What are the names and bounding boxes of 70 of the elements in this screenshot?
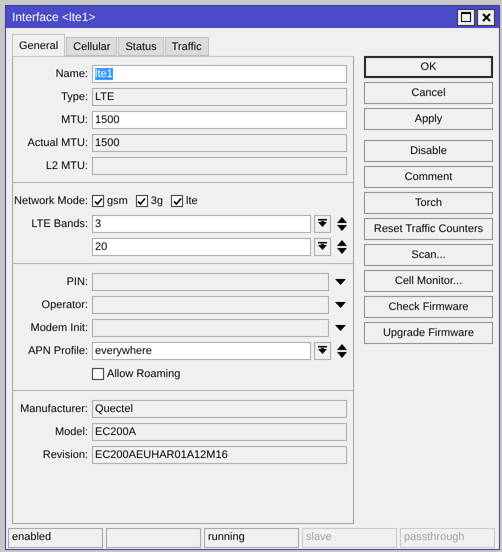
dialog-button[interactable]: Apply <box>364 108 493 130</box>
dialog-button[interactable]: Cell Monitor... <box>364 270 493 292</box>
close-button[interactable] <box>477 8 495 26</box>
dropdown-button[interactable] <box>314 342 331 360</box>
up-down-arrows-icon[interactable] <box>337 240 347 254</box>
readonly-field: LTE <box>92 88 347 106</box>
field-label: Manufacturer: <box>19 403 89 415</box>
dialog-button[interactable]: Cancel <box>364 82 493 104</box>
field-label: Modem Init: <box>30 322 89 334</box>
up-down-arrows-icon[interactable] <box>337 344 347 358</box>
input-field[interactable]: 20 <box>92 238 311 256</box>
dialog-button[interactable]: Upgrade Firmware <box>364 322 493 344</box>
tab[interactable]: Traffic <box>164 37 209 56</box>
field-label: Operator: <box>40 299 89 311</box>
checkbox[interactable] <box>92 368 104 380</box>
dialog-button[interactable]: Scan... <box>364 244 493 266</box>
tab[interactable]: Status <box>118 37 164 56</box>
status-cell: passthrough <box>400 528 495 548</box>
dropdown-button[interactable] <box>314 238 331 256</box>
status-cell: running <box>204 528 299 548</box>
field-label: MTU: <box>60 114 89 126</box>
dialog-button[interactable]: Check Firmware <box>364 296 493 318</box>
readonly-field: EC200A <box>92 423 347 441</box>
input-field[interactable]: everywhere <box>92 342 311 360</box>
readonly-field: EC200AEUHAR01A12M16 <box>92 446 347 464</box>
dropdown-button[interactable] <box>314 215 331 233</box>
checkbox[interactable] <box>92 195 104 207</box>
up-down-arrows-icon[interactable] <box>337 217 347 231</box>
readonly-field: Quectel <box>92 400 347 418</box>
tab[interactable]: Cellular <box>66 37 118 56</box>
checkbox[interactable] <box>136 195 148 207</box>
maximize-icon <box>461 12 471 22</box>
checkbox-label: Allow Roaming <box>107 368 180 380</box>
checkbox-label: lte <box>186 195 198 207</box>
field-label: Actual MTU: <box>26 137 89 149</box>
arrow-down-to-line-icon <box>318 242 327 252</box>
status-cell: enabled <box>8 528 103 548</box>
checkbox-label: 3g <box>150 195 164 207</box>
maximize-button[interactable] <box>457 8 475 26</box>
status-cell: slave <box>302 528 397 548</box>
field-label: APN Profile: <box>27 345 89 357</box>
checkbox[interactable] <box>171 195 184 207</box>
dialog-button[interactable]: Disable <box>364 140 493 162</box>
arrow-down-to-line-icon <box>318 219 327 229</box>
dialog-button[interactable]: OK <box>364 56 493 78</box>
field-label: Type: <box>60 91 89 103</box>
arrow-down-to-line-icon <box>318 346 327 356</box>
field-label: Revision: <box>42 449 89 461</box>
dialog-button[interactable]: Comment <box>364 166 493 188</box>
dialog-button[interactable]: Reset Traffic Counters <box>364 218 493 240</box>
checkbox-label: gsm <box>107 195 128 207</box>
field-label: L2 MTU: <box>44 160 89 172</box>
combo-field[interactable] <box>92 296 329 314</box>
window-title: Interface <lte1> <box>12 10 96 24</box>
field-label: Model: <box>54 426 89 438</box>
field-label: LTE Bands: <box>30 218 89 230</box>
readonly-field: 1500 <box>92 134 347 152</box>
dropdown-arrow-icon[interactable] <box>335 279 346 285</box>
combo-field[interactable] <box>92 319 329 337</box>
tab[interactable]: General <box>12 34 66 56</box>
dropdown-arrow-icon[interactable] <box>335 302 346 308</box>
input-field[interactable]: 3 <box>92 215 311 233</box>
input-field[interactable]: 1500 <box>92 111 347 129</box>
close-icon <box>482 12 490 22</box>
field-label: Network Mode: <box>13 195 89 207</box>
field-label: PIN: <box>66 276 89 288</box>
dialog-button[interactable]: Torch <box>364 192 493 214</box>
field-label: Name: <box>54 68 89 80</box>
dropdown-arrow-icon[interactable] <box>335 325 346 331</box>
combo-field[interactable] <box>92 273 329 291</box>
